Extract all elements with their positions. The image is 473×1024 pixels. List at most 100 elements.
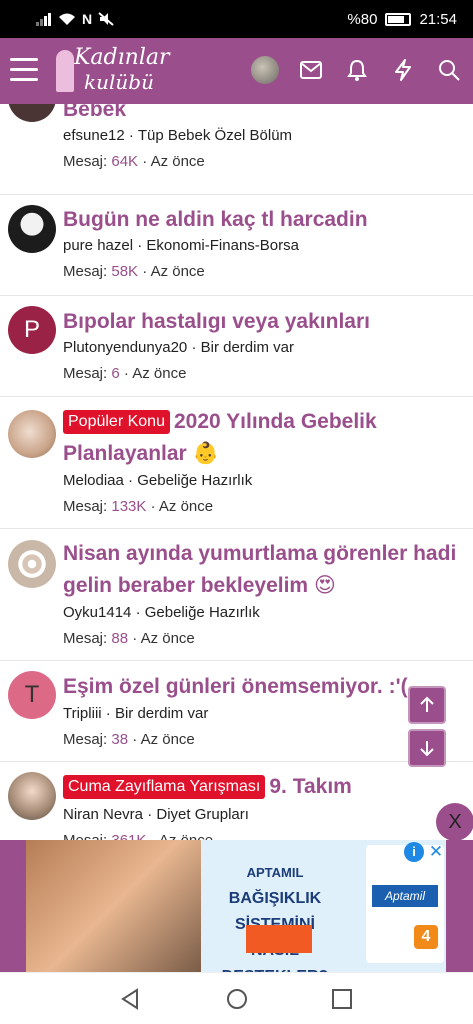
avatar[interactable]: [8, 104, 56, 122]
thread-title[interactable]: Popüler Konu 2020 Yılında Gebelik Planlay…: [63, 406, 463, 470]
ad-close-icon[interactable]: ✕: [426, 842, 446, 862]
thread-forum[interactable]: Bir derdim var: [201, 339, 294, 356]
thread-title-text[interactable]: 9. Takım: [269, 775, 351, 798]
avatar[interactable]: P: [8, 306, 56, 354]
thread-title[interactable]: Bugün ne aldin kaç tl harcadin: [63, 204, 463, 236]
thread-author[interactable]: Oyku1414: [63, 604, 131, 621]
popular-tag[interactable]: Popüler Konu: [63, 410, 170, 434]
thread-title[interactable]: Eşim özel günleri önemsemiyor. :'(: [63, 671, 413, 703]
stats-label: Mesaj:: [63, 365, 108, 382]
mail-icon[interactable]: [297, 56, 325, 84]
message-count: 38: [111, 731, 129, 748]
scroll-down-button[interactable]: [408, 729, 446, 767]
avatar[interactable]: [8, 540, 56, 588]
ad-cta-button[interactable]: [246, 925, 312, 953]
last-activity: Az önce: [140, 731, 195, 748]
thread-list: Bebek efsune12 · Tüp Bebek Özel Bölüm Me…: [0, 104, 473, 840]
last-activity: Az önce: [150, 263, 205, 280]
separator: ·: [147, 806, 153, 823]
avatar[interactable]: [8, 772, 56, 820]
separator: ·: [128, 472, 134, 489]
thread-author[interactable]: Plutonyendunya20: [63, 339, 187, 356]
thread-author[interactable]: Melodiaa: [63, 472, 124, 489]
mute-icon: [98, 12, 114, 26]
list-item[interactable]: P Bıpolar hastalıgı veya yakınları Pluto…: [0, 296, 473, 397]
avatar[interactable]: T: [8, 671, 56, 719]
back-icon[interactable]: [118, 987, 142, 1011]
thread-forum[interactable]: Tüp Bebek Özel Bölüm: [138, 127, 292, 144]
status-icons-left: N: [36, 11, 114, 27]
status-bar: N %80 21:54: [0, 0, 473, 38]
separator: ·: [191, 339, 197, 356]
list-item[interactable]: Bugün ne aldin kaç tl harcadin pure haze…: [0, 195, 473, 296]
list-item[interactable]: Bebek efsune12 · Tüp Bebek Özel Bölüm Me…: [0, 104, 473, 195]
thread-forum[interactable]: Bir derdim var: [115, 705, 208, 722]
thread-meta: pure hazel · Ekonomi-Finans-Borsa: [63, 237, 299, 254]
thread-stats: Mesaj: 88 · Az önce: [63, 630, 195, 647]
thread-stats: Mesaj: 38 · Az önce: [63, 731, 195, 748]
home-icon[interactable]: [225, 987, 249, 1011]
stats-label: Mesaj:: [63, 731, 108, 748]
stats-label: Mesaj:: [63, 832, 107, 840]
ad-content[interactable]: APTAMIL BAĞIŞIKLIK SİSTEMİNİ NASIL DESTE…: [26, 840, 446, 972]
scroll-up-button[interactable]: [408, 686, 446, 724]
bell-icon[interactable]: [343, 56, 371, 84]
nfc-icon: N: [82, 11, 93, 27]
thread-forum[interactable]: Ekonomi-Finans-Borsa: [146, 237, 299, 254]
thread-author[interactable]: efsune12: [63, 127, 125, 144]
avatar: [251, 56, 279, 84]
list-item[interactable]: Popüler Konu 2020 Yılında Gebelik Planlay…: [0, 397, 473, 529]
stats-label: Mesaj:: [63, 153, 108, 170]
contest-tag[interactable]: Cuma Zayıflama Yarışması: [63, 775, 266, 799]
thread-author[interactable]: Tripliii: [63, 705, 102, 722]
separator: ·: [151, 832, 156, 840]
header-actions: [251, 56, 463, 84]
thread-title[interactable]: Bıpolar hastalıgı veya yakınları: [63, 306, 463, 338]
ad-info-icon[interactable]: i: [404, 842, 424, 862]
logo-mark-icon: [56, 50, 74, 92]
thread-author[interactable]: pure hazel: [63, 237, 133, 254]
thread-meta: Melodiaa · Gebeliğe Hazırlık: [63, 472, 252, 489]
stats-label: Mesaj:: [63, 630, 108, 647]
lightning-icon[interactable]: [389, 56, 417, 84]
recents-icon[interactable]: [330, 987, 354, 1011]
ad-line1: APTAMIL: [246, 865, 304, 880]
site-logo[interactable]: Kadınlar kulübü: [56, 46, 170, 94]
list-item[interactable]: Cuma Zayıflama Yarışması 9. Takım Niran N…: [0, 762, 473, 840]
avatar[interactable]: [8, 205, 56, 253]
thread-author[interactable]: Niran Nevra: [63, 806, 143, 823]
message-count: 58K: [111, 263, 139, 280]
last-activity: Az önce: [159, 832, 213, 840]
last-activity: Az önce: [132, 365, 187, 382]
ad-stage: 4: [414, 925, 438, 949]
list-item[interactable]: T Eşim özel günleri önemsemiyor. :'( Tri…: [0, 661, 473, 762]
thread-forum[interactable]: Gebeliğe Hazırlık: [137, 472, 252, 489]
message-count: 361K: [111, 832, 146, 840]
thread-title[interactable]: Nisan ayında yumurtlama görenler hadi ge…: [63, 538, 463, 602]
thread-stats: Mesaj: 361K · Az önce: [63, 832, 213, 840]
avatar[interactable]: [8, 410, 56, 458]
thread-title[interactable]: Bebek: [63, 104, 463, 126]
separator: ·: [135, 604, 141, 621]
separator: ·: [150, 498, 156, 515]
menu-icon[interactable]: [10, 58, 38, 82]
message-count: 133K: [111, 498, 147, 515]
thread-forum[interactable]: Gebeliğe Hazırlık: [145, 604, 260, 621]
close-ad-button[interactable]: X: [436, 803, 473, 841]
ad-banner: APTAMIL BAĞIŞIKLIK SİSTEMİNİ NASIL DESTE…: [0, 840, 473, 972]
thread-forum[interactable]: Diyet Grupları: [156, 806, 249, 823]
message-count: 64K: [111, 153, 139, 170]
message-count: 88: [111, 630, 129, 647]
last-activity: Az önce: [150, 153, 205, 170]
stats-label: Mesaj:: [63, 498, 108, 515]
ad-product-image: Aptamil 4: [366, 845, 444, 963]
list-item[interactable]: Nisan ayında yumurtlama görenler hadi ge…: [0, 529, 473, 661]
user-avatar-button[interactable]: [251, 56, 279, 84]
status-icons-right: %80 21:54: [347, 11, 457, 28]
search-icon[interactable]: [435, 56, 463, 84]
battery-percent: %80: [347, 11, 378, 28]
system-nav-bar: [0, 972, 473, 1024]
separator: ·: [142, 263, 148, 280]
arrow-down-icon: [420, 741, 434, 757]
thread-title[interactable]: Cuma Zayıflama Yarışması 9. Takım: [63, 771, 433, 803]
